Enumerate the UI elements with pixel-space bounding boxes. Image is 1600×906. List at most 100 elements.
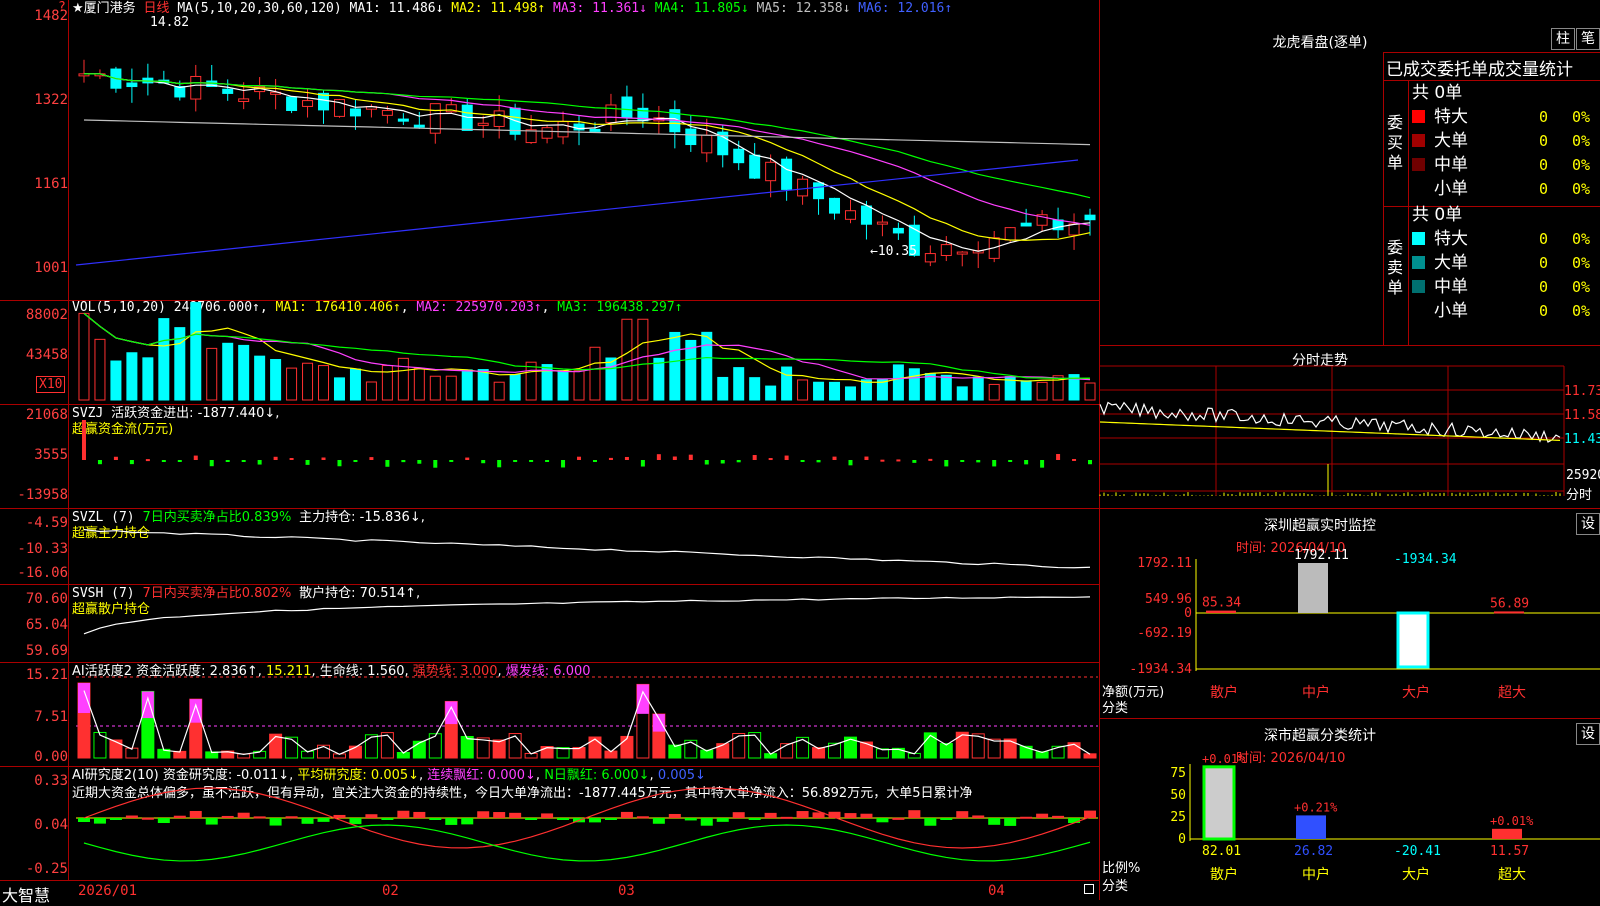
- svzl-chart[interactable]: [0, 508, 1099, 584]
- ai-research-pane[interactable]: AI研究度2(10) 资金研究度: -0.011↓, 平均研究度: 0.005↓…: [0, 766, 1099, 880]
- svzj-pane[interactable]: SVZJ 活跃资金进出: -1877.440↓, 超赢资金流(万元) 21068…: [0, 404, 1099, 509]
- research-bar: [700, 818, 713, 826]
- volume-bar: [1084, 382, 1096, 401]
- fund-flow-bar: [113, 456, 118, 460]
- volume-bar: [190, 302, 202, 401]
- research-bar: [77, 818, 90, 823]
- research-bar: [509, 812, 522, 818]
- fund-flow-bar: [608, 457, 613, 460]
- price-pane[interactable]: ? ★厦门港务 日线 MA(5,10,20,30,60,120) MA1: 11…: [0, 0, 1099, 301]
- candle-body: [701, 134, 713, 154]
- fund-flow-bar: [449, 460, 454, 462]
- svsh-pane[interactable]: SVSH (7) 7日内买卖净占比0.802% 散户持仓: 70.514↑, 超…: [0, 584, 1099, 663]
- dragon-subtitle: 已成交委托单成交量统计: [1386, 60, 1573, 80]
- monitor-bar: [1494, 611, 1524, 614]
- fund-flow-bar: [928, 458, 933, 461]
- activity-peak: [652, 714, 665, 732]
- volume-bar: [270, 359, 282, 401]
- fund-flow-bar: [561, 460, 566, 468]
- ai-active-chart[interactable]: [0, 662, 1099, 766]
- volume-bar: [254, 355, 266, 401]
- tick-mode-button[interactable]: 笔: [1576, 28, 1600, 50]
- classify-chart[interactable]: 75 50 25 0 +0.01% 82.01 散户 +0.21% 26.82 中户 -20.41 大…: [1100, 719, 1600, 901]
- classify-bar: [1296, 815, 1326, 839]
- ma-line-120: [75, 159, 1079, 266]
- fund-flow-bar: [656, 454, 661, 460]
- volume-bar: [765, 385, 777, 401]
- monitor-axis-label: 0: [1184, 606, 1192, 621]
- fund-flow-bar: [816, 460, 821, 463]
- volume-bar: [749, 377, 761, 401]
- research-bar: [189, 810, 202, 818]
- svsh-chart[interactable]: [0, 584, 1099, 662]
- svzl-pane[interactable]: SVZL (7) 7日内买卖净占比0.839% 主力持仓: -15.836↓, …: [0, 508, 1099, 585]
- monitor-axis-label: -692.19: [1137, 626, 1192, 641]
- activity-bar: [620, 735, 634, 759]
- fund-flow-bar: [1072, 458, 1077, 461]
- candle-body: [1020, 222, 1032, 227]
- candle-body: [621, 96, 633, 118]
- research-bar: [349, 818, 362, 825]
- intraday-chart[interactable]: [1099, 346, 1600, 509]
- monitor-category: 散户: [1210, 684, 1238, 701]
- bar-mode-button[interactable]: 柱: [1551, 28, 1575, 50]
- monitor-axis-label: -1934.34: [1129, 662, 1192, 677]
- intraday-panel[interactable]: 分时走势 11.73 11.58 11.43 25920 分时: [1099, 345, 1600, 509]
- intraday-unit: 分时: [1566, 488, 1593, 503]
- classify-category: 超大: [1498, 867, 1526, 883]
- candlestick-chart[interactable]: [0, 0, 1099, 300]
- buy-row-value: 0: [1539, 180, 1549, 198]
- volume-bar: [397, 357, 409, 401]
- sell-row-value: 0: [1539, 302, 1549, 320]
- sell-row-pct: 0%: [1572, 278, 1591, 296]
- research-bar: [636, 816, 649, 819]
- fund-flow-bar: [145, 459, 150, 462]
- buy-side-label: 委买单: [1387, 113, 1404, 172]
- fund-flow-bar: [289, 457, 294, 460]
- monitor-chart[interactable]: 1792.11 549.960 -692.19 -1934.34 85.34 散户 1792…: [1100, 509, 1600, 719]
- volume-bar: [493, 381, 505, 401]
- research-bar: [221, 815, 234, 818]
- fund-flow-bar: [433, 460, 438, 468]
- left-chart-area[interactable]: ? ★厦门港务 日线 MA(5,10,20,30,60,120) MA1: 11…: [0, 0, 1100, 905]
- activity-bar: [780, 743, 794, 759]
- fund-flow-bar: [960, 460, 965, 462]
- research-bar: [588, 818, 601, 823]
- classify-bar-value: 26.82: [1294, 844, 1333, 859]
- volume-bar: [797, 379, 809, 401]
- fund-flow-bar: [193, 455, 198, 460]
- volume-chart[interactable]: [0, 300, 1099, 404]
- monitor-panel[interactable]: 深圳超赢实时监控 设 时间: 2026/04/10 1792.11 549.96 0…: [1100, 508, 1600, 719]
- research-bar: [684, 818, 697, 821]
- candle-body: [844, 210, 856, 220]
- research-bar: [844, 813, 857, 818]
- volume-bar: [733, 367, 745, 401]
- classify-panel[interactable]: 深市超赢分类统计 设 时间: 2026/04/10 75 50 25 0 +0.01% 8…: [1100, 718, 1600, 901]
- research-bar: [413, 811, 426, 818]
- svzj-chart[interactable]: [0, 404, 1099, 508]
- research-bar: [780, 816, 793, 819]
- ai-active-pane[interactable]: AI活跃度2 资金活跃度: 2.836↑, 15.211, 生命线: 1.560…: [0, 662, 1099, 767]
- fund-flow-bar: [577, 456, 582, 460]
- x-axis-label: 2026/01: [78, 883, 138, 899]
- research-bar: [796, 811, 809, 818]
- volume-bar: [78, 312, 90, 401]
- candle-body: [557, 121, 569, 138]
- fund-flow-bar: [672, 456, 677, 460]
- intraday-axis-label: 11.58: [1564, 408, 1600, 423]
- volume-ma-line: [83, 312, 1091, 380]
- classify-bar-value: 82.01: [1202, 844, 1241, 859]
- monitor-x-unit: 分类: [1102, 701, 1129, 716]
- ai-research-chart[interactable]: [0, 766, 1099, 880]
- research-bar: [525, 818, 538, 820]
- volume-bar: [349, 368, 361, 401]
- volume-bar: [988, 383, 1000, 401]
- monitor-bar: [1396, 611, 1430, 669]
- fund-flow-bar: [241, 460, 246, 462]
- lock-icon[interactable]: [1084, 884, 1094, 894]
- retail-hold-line: [83, 596, 1091, 635]
- volume-pane[interactable]: VOL(5,10,20) 248706.000↑, MA1: 176410.40…: [0, 300, 1099, 405]
- fund-flow-bar: [161, 460, 166, 462]
- fund-flow-bar: [1040, 460, 1045, 468]
- candle-body: [222, 88, 234, 94]
